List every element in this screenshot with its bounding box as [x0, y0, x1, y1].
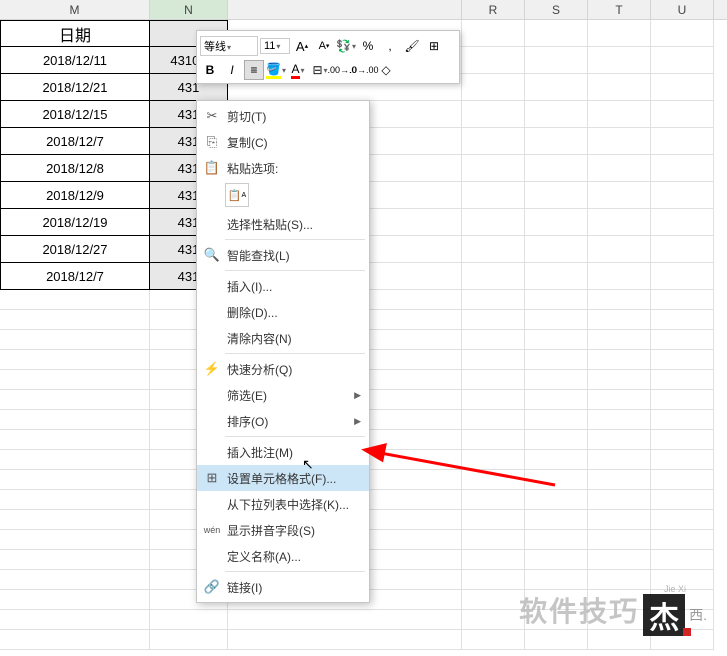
watermark-sub: 西. — [689, 605, 707, 625]
submenu-arrow-icon: ▶ — [354, 416, 361, 427]
phonetic-icon: wén — [201, 520, 223, 540]
watermark: 软件技巧 Jie Xi 杰 西. — [519, 584, 707, 636]
cell-date[interactable]: 2018/12/7 — [0, 263, 150, 290]
cell-date[interactable]: 2018/12/8 — [0, 155, 150, 182]
menu-delete[interactable]: 删除(D)... — [197, 299, 369, 325]
menu-show-phonetic[interactable]: wén显示拼音字段(S) — [197, 517, 369, 543]
font-color-icon[interactable]: A▾ — [288, 60, 308, 80]
format-painter-icon[interactable]: 🖌 — [402, 36, 422, 56]
align-center-icon[interactable]: ≡ — [244, 60, 264, 80]
cell-date[interactable]: 2018/12/19 — [0, 209, 150, 236]
percent-icon[interactable]: % — [358, 36, 378, 56]
empty-cell[interactable] — [651, 20, 714, 47]
scissors-icon: ✂ — [201, 106, 223, 126]
menu-clear[interactable]: 清除内容(N) — [197, 325, 369, 351]
cell-date[interactable]: 2018/12/9 — [0, 182, 150, 209]
menu-insert[interactable]: 插入(I)... — [197, 273, 369, 299]
menu-pick-from-list[interactable]: 从下拉列表中选择(K)... — [197, 491, 369, 517]
cell-date[interactable]: 2018/12/15 — [0, 101, 150, 128]
accounting-format-icon[interactable]: 💱▾ — [336, 36, 356, 56]
empty-cell[interactable] — [525, 20, 588, 47]
col-header-m[interactable]: M — [0, 0, 150, 19]
decrease-decimal-icon[interactable]: .0→.00 — [354, 60, 374, 80]
increase-font-icon[interactable]: A▴ — [292, 36, 312, 56]
decrease-font-icon[interactable]: A▾ — [314, 36, 334, 56]
cell-date[interactable]: 2018/12/21 — [0, 74, 150, 101]
submenu-arrow-icon: ▶ — [354, 390, 361, 401]
empty-cell[interactable] — [462, 20, 525, 47]
clear-format-icon[interactable]: ◇ — [376, 60, 396, 80]
italic-button[interactable]: I — [222, 60, 242, 80]
col-header-s[interactable]: S — [525, 0, 588, 19]
cell-date[interactable]: 2018/12/11 — [0, 47, 150, 74]
header-date[interactable]: 日期 — [0, 20, 150, 47]
watermark-text: 软件技巧 — [519, 590, 639, 630]
menu-paste-options-header: 📋粘贴选项: — [197, 155, 369, 181]
font-size-select[interactable]: 11▾ — [260, 38, 290, 54]
col-header-r[interactable]: R — [462, 0, 525, 19]
bold-button[interactable]: B — [200, 60, 220, 80]
analysis-icon: ⚡ — [201, 359, 223, 379]
menu-insert-comment[interactable]: 插入批注(M) — [197, 439, 369, 465]
menu-copy[interactable]: ⎘复制(C) — [197, 129, 369, 155]
link-icon: 🔗 — [201, 577, 223, 597]
empty-cell[interactable] — [588, 20, 651, 47]
menu-cut[interactable]: ✂剪切(T) — [197, 103, 369, 129]
cell-date[interactable]: 2018/12/7 — [0, 128, 150, 155]
clipboard-icon: 📋 — [201, 158, 223, 178]
cell-date[interactable]: 2018/12/27 — [0, 236, 150, 263]
col-header-t[interactable]: T — [588, 0, 651, 19]
menu-paste-special[interactable]: 选择性粘贴(S)... — [197, 211, 369, 237]
borders-icon[interactable]: ⊞ — [424, 36, 444, 56]
font-name-select[interactable]: 等线▾ — [200, 36, 258, 56]
menu-smart-lookup[interactable]: 🔍智能查找(L) — [197, 242, 369, 268]
menu-filter[interactable]: 筛选(E)▶ — [197, 382, 369, 408]
format-cells-icon: ⊞ — [201, 468, 223, 488]
menu-quick-analysis[interactable]: ⚡快速分析(Q) — [197, 356, 369, 382]
mini-toolbar: 等线▾ 11▾ A▴ A▾ 💱▾ % , 🖌 ⊞ B I ≡ 🪣▾ A▾ ⊟▾ … — [196, 30, 460, 84]
col-header-u[interactable]: U — [651, 0, 714, 19]
watermark-logo: 杰 — [643, 594, 685, 636]
column-headers: M N R S T U — [0, 0, 727, 20]
menu-format-cells[interactable]: ⊞设置单元格格式(F)... — [197, 465, 369, 491]
copy-icon: ⎘ — [201, 132, 223, 152]
context-menu: ✂剪切(T) ⎘复制(C) 📋粘贴选项: 📋A 选择性粘贴(S)... 🔍智能查… — [196, 100, 370, 603]
menu-define-name[interactable]: 定义名称(A)... — [197, 543, 369, 569]
menu-hyperlink[interactable]: 🔗链接(I) — [197, 574, 369, 600]
col-header-gap[interactable] — [228, 0, 462, 19]
col-header-n[interactable]: N — [150, 0, 228, 19]
search-icon: 🔍 — [201, 245, 223, 265]
paste-option-default[interactable]: 📋A — [225, 183, 249, 207]
menu-sort[interactable]: 排序(O)▶ — [197, 408, 369, 434]
comma-icon[interactable]: , — [380, 36, 400, 56]
fill-color-icon[interactable]: 🪣▾ — [266, 60, 286, 80]
